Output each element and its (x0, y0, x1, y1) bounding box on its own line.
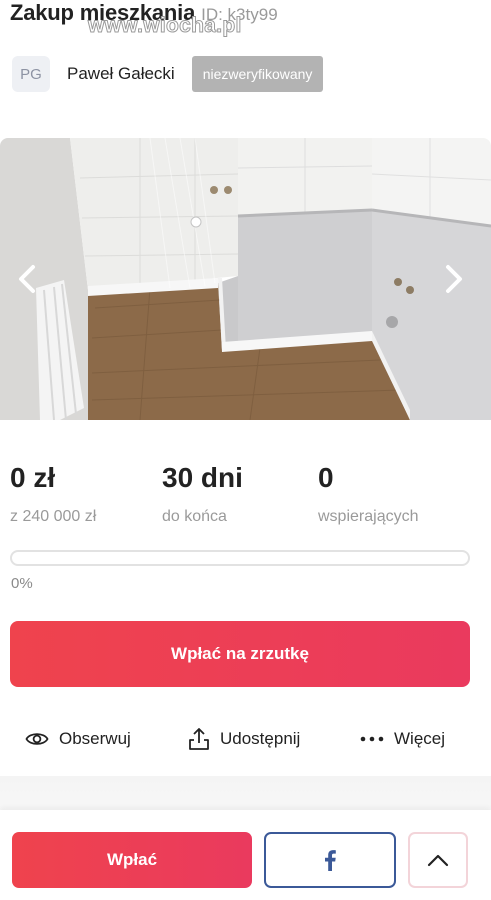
donate-main-button[interactable]: Wpłać na zrzutkę (10, 621, 470, 687)
eye-icon (25, 730, 49, 748)
pay-button[interactable]: Wpłać (12, 832, 252, 888)
scroll-top-button[interactable] (408, 832, 468, 888)
goal-amount: z 240 000 zł (10, 508, 97, 525)
facebook-share-button[interactable] (264, 832, 396, 888)
share-label: Udostępnij (220, 729, 301, 748)
bathroom-photo (0, 138, 491, 420)
raised-amount: 0 zł (10, 462, 56, 493)
bottom-action-bar: Wpłać (0, 810, 491, 900)
follow-label: Obserwuj (59, 729, 131, 748)
supporters-label: wspierających (318, 508, 419, 525)
stat-raised: 0 zł z 240 000 zł (10, 462, 96, 526)
watermark-text: www.wiocha.pl (88, 14, 242, 38)
chevron-left-icon (19, 265, 35, 293)
share-button[interactable]: Udostępnij (188, 722, 300, 756)
stat-supporters: 0 wspierających (318, 462, 418, 526)
days-remaining: 30 dni (162, 462, 243, 493)
action-row: Obserwuj Udostępnij Więcej (0, 722, 491, 756)
gallery-prev-button[interactable] (12, 264, 42, 294)
facebook-icon (325, 850, 336, 871)
author-name[interactable]: Paweł Gałecki (67, 64, 175, 84)
follow-button[interactable]: Obserwuj (25, 722, 131, 756)
campaign-stats: 0 zł z 240 000 zł 30 dni do końca 0 wspi… (10, 462, 481, 532)
campaign-header: Zakup mieszkania ID: k3ty99 www.wiocha.p… (0, 0, 491, 120)
days-label: do końca (162, 508, 227, 525)
stat-days: 30 dni do końca (162, 462, 243, 526)
progress-percent: 0% (11, 575, 33, 592)
section-divider (0, 776, 491, 810)
more-dots-icon (360, 735, 384, 743)
more-label: Więcej (394, 729, 446, 748)
chevron-right-icon (446, 265, 462, 293)
chevron-up-icon (427, 854, 449, 867)
author-row: PG Paweł Gałecki niezweryfikowany (12, 56, 324, 92)
gallery-next-button[interactable] (439, 264, 469, 294)
image-gallery[interactable] (0, 138, 491, 420)
verification-badge: niezweryfikowany (191, 56, 324, 92)
avatar[interactable]: PG (12, 56, 50, 92)
more-button[interactable]: Więcej (360, 722, 445, 756)
share-icon (188, 727, 210, 751)
progress-bar (10, 550, 470, 566)
supporters-count: 0 (318, 462, 334, 493)
